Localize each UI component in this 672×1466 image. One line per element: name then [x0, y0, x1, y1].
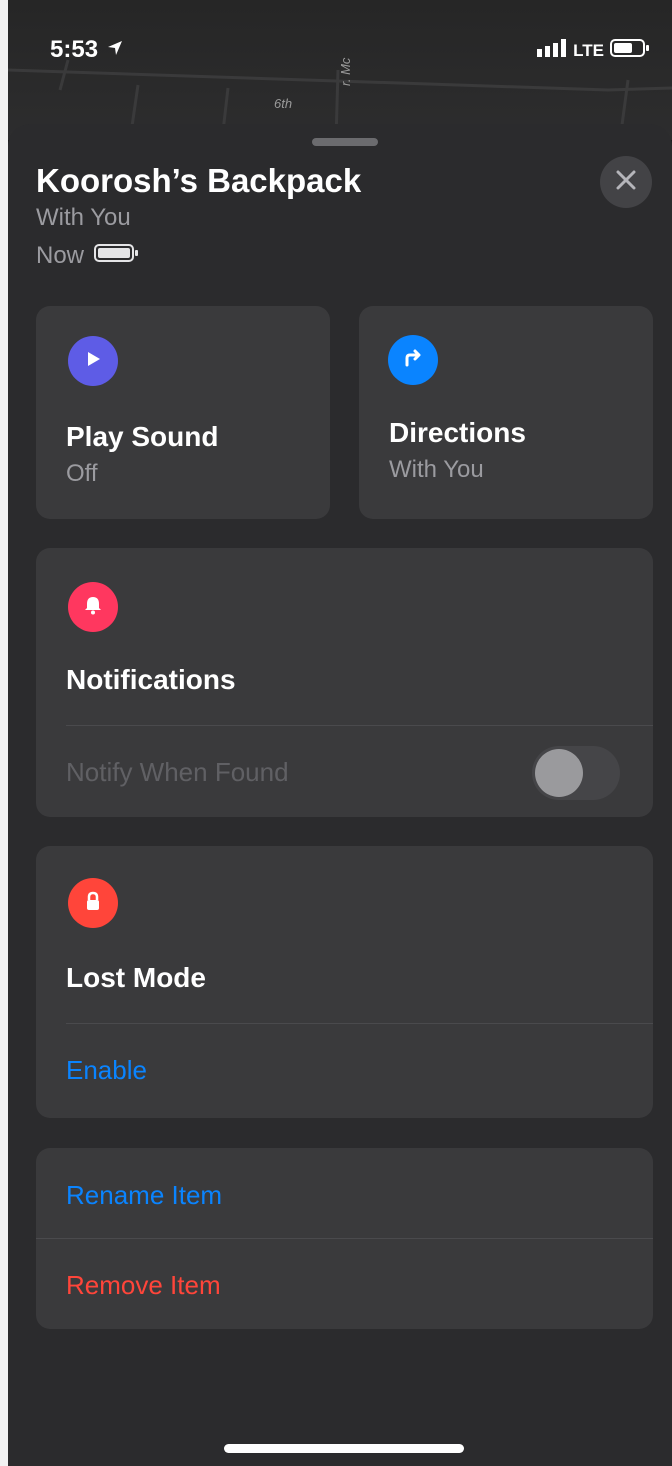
home-indicator[interactable]: [224, 1444, 464, 1453]
play-sound-label: Play Sound: [66, 421, 219, 452]
play-icon: [83, 349, 103, 374]
last-seen-time: Now: [36, 242, 85, 269]
directions-value: With You: [389, 456, 484, 483]
notifications-icon-badge: [68, 582, 118, 632]
last-seen-row: Now: [36, 242, 140, 270]
battery-icon: [610, 38, 650, 63]
item-name: Koorosh’s Backpack: [36, 162, 362, 199]
close-icon: [615, 169, 637, 196]
notify-when-found-label: Notify When Found: [66, 757, 289, 787]
divider: [36, 1238, 653, 1239]
carrier-label: LTE: [573, 40, 604, 60]
manage-item-card: Rename Item Remove Item: [36, 1148, 653, 1329]
item-detail-sheet: Koorosh’s Backpack With You Now Play Sou…: [8, 124, 672, 1466]
battery-level-icon: [94, 242, 140, 270]
divider: [66, 725, 653, 726]
sheet-grabber[interactable]: [312, 138, 378, 146]
screen-frame-edge: [0, 0, 8, 1466]
play-sound-value: Off: [66, 460, 98, 487]
play-sound-card[interactable]: Play Sound Off: [36, 306, 330, 519]
turn-right-arrow-icon: [402, 347, 424, 374]
signal-icon: [537, 39, 567, 62]
directions-icon-badge: [388, 335, 438, 385]
lost-mode-title: Lost Mode: [66, 962, 206, 993]
remove-item-button[interactable]: Remove Item: [66, 1270, 221, 1301]
rename-item-button[interactable]: Rename Item: [66, 1180, 222, 1211]
lost-mode-icon-badge: [68, 878, 118, 928]
close-button[interactable]: [600, 156, 652, 208]
map-street-label: 6th: [274, 96, 293, 111]
play-sound-icon-badge: [68, 336, 118, 386]
lock-icon: [82, 890, 104, 917]
item-status: With You: [36, 204, 131, 231]
status-bar: 5:53 LTE: [8, 0, 672, 90]
lost-mode-card: Lost Mode Enable: [36, 846, 653, 1118]
divider: [66, 1023, 653, 1024]
notifications-card: Notifications Notify When Found: [36, 548, 653, 817]
directions-card[interactable]: Directions With You: [359, 306, 653, 519]
directions-label: Directions: [389, 417, 526, 448]
notifications-title: Notifications: [66, 664, 236, 695]
location-arrow-icon: [106, 39, 124, 62]
lost-mode-enable-link[interactable]: Enable: [66, 1055, 147, 1086]
toggle-knob: [535, 749, 583, 797]
status-time: 5:53: [50, 36, 99, 63]
notify-when-found-toggle[interactable]: [532, 746, 620, 800]
bell-icon: [82, 594, 104, 621]
